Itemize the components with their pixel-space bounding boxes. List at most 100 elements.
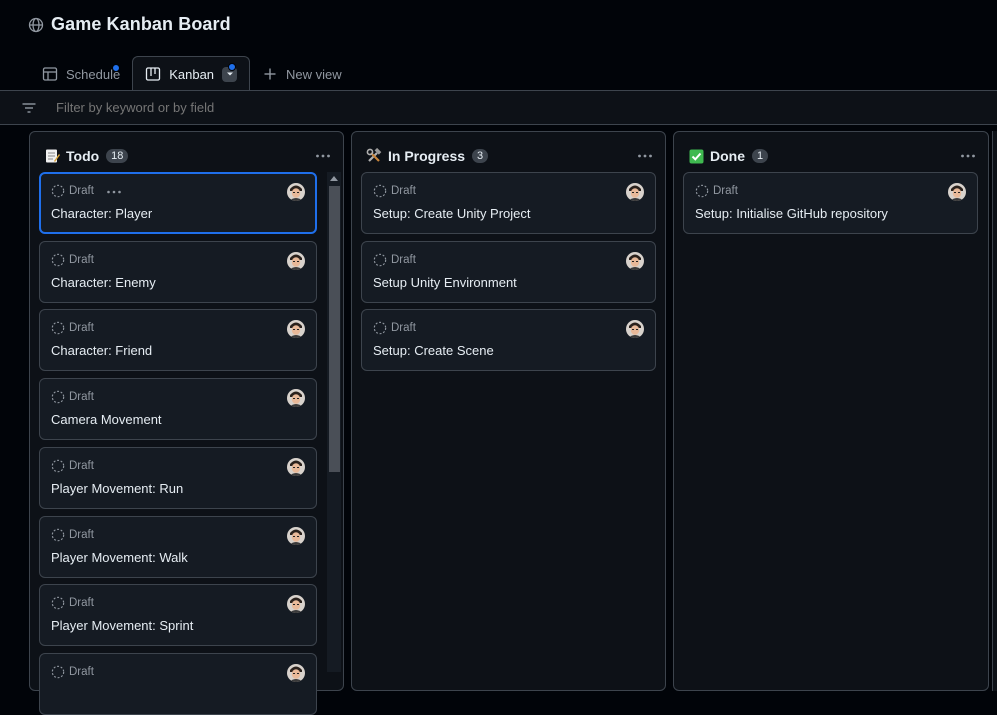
- more-options-icon[interactable]: [960, 148, 976, 164]
- draft-label: Draft: [69, 322, 94, 334]
- assignee-avatar[interactable]: [287, 320, 305, 338]
- draft-label: Draft: [69, 460, 94, 472]
- draft-circle-icon: [51, 253, 65, 267]
- kanban-card[interactable]: Draft Player Movement: Run: [39, 447, 317, 509]
- tab-label: New view: [286, 66, 342, 82]
- tab-label: Kanban: [169, 66, 215, 82]
- draft-label: Draft: [391, 185, 416, 197]
- draft-circle-icon: [51, 665, 65, 679]
- kanban-card[interactable]: Draft Setup Unity Environment: [361, 241, 656, 303]
- column-name: In Progress: [388, 148, 466, 164]
- column-header: Done 1: [688, 146, 769, 166]
- assignee-avatar[interactable]: [626, 252, 644, 270]
- status-row: Draft: [373, 321, 416, 335]
- card-more-options-icon[interactable]: [106, 185, 122, 197]
- chevron-down-icon: [226, 72, 233, 76]
- draft-circle-icon: [51, 390, 65, 404]
- title-row: Game Kanban Board: [28, 14, 231, 35]
- table-icon: [42, 67, 58, 81]
- filter-icon[interactable]: [21, 100, 37, 116]
- draft-label: Draft: [69, 254, 94, 266]
- card-title[interactable]: Setup Unity Environment: [373, 275, 517, 290]
- card-title[interactable]: Camera Movement: [51, 412, 162, 427]
- kanban-card[interactable]: Draft Character: Player: [39, 172, 317, 234]
- assignee-avatar[interactable]: [287, 664, 305, 682]
- new-view-button[interactable]: New view: [250, 57, 354, 91]
- draft-label: Draft: [69, 185, 94, 197]
- kanban-card[interactable]: Draft Player Movement: Sprint: [39, 584, 317, 646]
- assignee-avatar[interactable]: [287, 252, 305, 270]
- card-title[interactable]: Character: Enemy: [51, 275, 156, 290]
- kanban-card[interactable]: Draft: [39, 653, 317, 715]
- draft-label: Draft: [713, 185, 738, 197]
- check-mark-button-icon: [688, 148, 704, 164]
- kanban-card[interactable]: Draft Player Movement: Walk: [39, 516, 317, 578]
- unsaved-dot: [112, 64, 120, 72]
- board-icon: [146, 67, 161, 81]
- todo-scrollbar[interactable]: [327, 172, 341, 672]
- card-title[interactable]: Setup: Initialise GitHub repository: [695, 206, 888, 221]
- status-row: Draft: [51, 528, 94, 542]
- tab-kanban[interactable]: Kanban: [132, 56, 251, 91]
- assignee-avatar[interactable]: [626, 183, 644, 201]
- more-options-icon[interactable]: [637, 148, 653, 164]
- draft-label: Draft: [69, 529, 94, 541]
- view-tabs: Schedule Kanban New view: [30, 56, 354, 91]
- draft-circle-icon: [51, 321, 65, 335]
- column-count: 1: [752, 149, 769, 163]
- status-row: Draft: [695, 184, 738, 198]
- column-count: 18: [106, 149, 129, 163]
- card-title[interactable]: Player Movement: Run: [51, 481, 183, 496]
- draft-circle-icon: [51, 596, 65, 610]
- assignee-avatar[interactable]: [287, 389, 305, 407]
- column-header: In Progress 3: [366, 146, 489, 166]
- status-row: Draft: [51, 665, 94, 679]
- status-row: Draft: [51, 253, 94, 267]
- draft-circle-icon: [51, 528, 65, 542]
- scroll-up-arrow-icon[interactable]: [330, 176, 338, 181]
- assignee-avatar[interactable]: [287, 527, 305, 545]
- kanban-card[interactable]: Draft Setup: Initialise GitHub repository: [683, 172, 978, 234]
- globe-icon: [28, 17, 44, 32]
- kanban-card[interactable]: Draft Setup: Create Unity Project: [361, 172, 656, 234]
- column-count: 3: [472, 149, 489, 163]
- assignee-avatar[interactable]: [287, 183, 305, 201]
- assignee-avatar[interactable]: [287, 458, 305, 476]
- more-options-icon[interactable]: [315, 148, 331, 164]
- status-row: Draft: [51, 184, 122, 198]
- card-title[interactable]: Character: Player: [51, 206, 152, 221]
- status-row: Draft: [373, 253, 416, 267]
- next-column-edge: [992, 131, 997, 691]
- page-title[interactable]: Game Kanban Board: [51, 14, 231, 35]
- kanban-card[interactable]: Draft Camera Movement: [39, 378, 317, 440]
- kanban-card[interactable]: Draft Character: Enemy: [39, 241, 317, 303]
- draft-circle-icon: [51, 184, 65, 198]
- draft-label: Draft: [391, 322, 416, 334]
- kanban-card[interactable]: Draft Setup: Create Scene: [361, 309, 656, 371]
- filter-bar: [0, 91, 997, 125]
- scrollbar-thumb[interactable]: [329, 186, 340, 472]
- card-title[interactable]: Setup: Create Scene: [373, 343, 494, 358]
- filter-input[interactable]: [56, 100, 656, 115]
- card-title[interactable]: Player Movement: Sprint: [51, 618, 193, 633]
- draft-label: Draft: [69, 597, 94, 609]
- draft-circle-icon: [373, 253, 387, 267]
- memo-icon: [44, 148, 60, 164]
- assignee-avatar[interactable]: [287, 595, 305, 613]
- assignee-avatar[interactable]: [948, 183, 966, 201]
- project-header: Game Kanban Board Schedule Kanban New vi…: [0, 0, 997, 91]
- kanban-card[interactable]: Draft Character: Friend: [39, 309, 317, 371]
- column-name: Todo: [66, 148, 100, 164]
- column-header: Todo 18: [44, 146, 129, 166]
- draft-circle-icon: [373, 184, 387, 198]
- assignee-avatar[interactable]: [626, 320, 644, 338]
- card-title[interactable]: Player Movement: Walk: [51, 550, 188, 565]
- status-row: Draft: [51, 390, 94, 404]
- tab-schedule[interactable]: Schedule: [30, 57, 132, 91]
- draft-label: Draft: [69, 391, 94, 403]
- draft-circle-icon: [373, 321, 387, 335]
- status-row: Draft: [51, 596, 94, 610]
- card-title[interactable]: Setup: Create Unity Project: [373, 206, 531, 221]
- card-title[interactable]: Character: Friend: [51, 343, 152, 358]
- status-row: Draft: [373, 184, 416, 198]
